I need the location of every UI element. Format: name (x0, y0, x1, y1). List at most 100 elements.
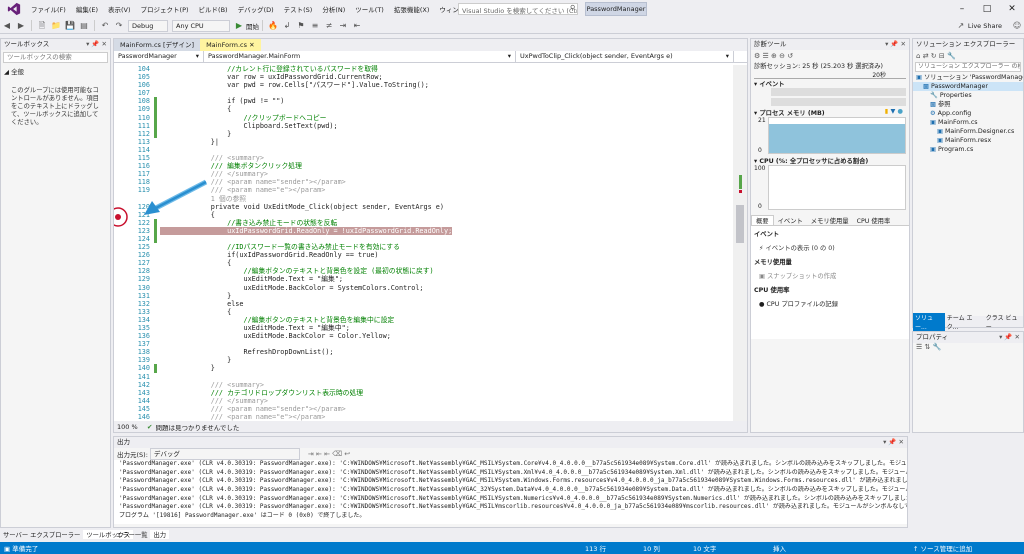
code-line[interactable]: 109 { (114, 105, 734, 114)
menu-item[interactable]: ファイル(F) (26, 4, 71, 14)
code-line[interactable]: 145 /// <param name="sender"></param> (114, 405, 734, 413)
code-line[interactable]: 126 if(uxIdPasswordGrid.ReadOnly == true… (114, 251, 734, 259)
solution-tree-item[interactable]: ▣ Program.cs (913, 145, 1023, 154)
code-line[interactable]: 111 Clipboard.SetText(pwd); (114, 121, 734, 130)
code-line[interactable]: 105 var row = uxIdPasswordGrid.CurrentRo… (114, 73, 734, 81)
menu-item[interactable]: 表示(V) (103, 4, 136, 14)
code-line[interactable]: 131 } (114, 292, 734, 300)
tab-class-view[interactable]: クラス ビュー (984, 313, 1023, 331)
code-line[interactable]: 110 //クリップボードへコピー (114, 113, 734, 122)
code-line[interactable]: 139 } (114, 356, 734, 364)
tab-team-explorer[interactable]: チーム エク... (945, 313, 984, 331)
code-line[interactable]: 115 /// <summary> (114, 154, 734, 162)
solution-tree-item[interactable]: ▩ PasswordManager (913, 82, 1023, 91)
add-to-source-control[interactable]: ↑ ソース管理に追加 (913, 543, 972, 553)
code-line[interactable]: 119 /// <param name="e"></param> (114, 186, 734, 194)
code-line[interactable]: 113 }| (114, 138, 734, 146)
comment-icon[interactable]: ≡ (309, 20, 321, 32)
menu-item[interactable]: デバッグ(D) (233, 4, 279, 14)
bookmark-icon[interactable]: ⚑ (295, 20, 307, 32)
search-icon[interactable]: ⚲ (570, 4, 575, 12)
step-icon[interactable]: ↲ (281, 20, 293, 32)
categorized-icon[interactable]: ☰ (916, 343, 922, 351)
redo-icon[interactable]: ↷ (113, 20, 125, 32)
code-line[interactable]: 146 /// <param name="e"></param> (114, 413, 734, 421)
tab-memory-usage[interactable]: メモリ使用量 (807, 216, 853, 225)
tab-events[interactable]: イベント (774, 216, 807, 225)
save-all-icon[interactable]: ▤ (78, 20, 90, 32)
code-line[interactable]: 136 uxEditMode.BackColor = Color.Yellow; (114, 332, 734, 340)
pin-icon[interactable]: ▾ 📌 ✕ (999, 332, 1023, 343)
new-file-icon[interactable]: 🗎 (36, 20, 48, 32)
uncomment-icon[interactable]: ≠ (323, 20, 335, 32)
code-line[interactable]: 129 uxEditMode.Text = "編集"; (114, 275, 734, 283)
undo-icon[interactable]: ↶ (99, 20, 111, 32)
tab-solution-explorer[interactable]: ソリュー... (913, 312, 945, 331)
maximize-icon[interactable]: □ (975, 0, 999, 18)
code-line[interactable]: 121 { (114, 211, 734, 219)
menu-item[interactable]: テスト(S) (279, 4, 318, 14)
select-tools-icon[interactable]: ☰ (763, 52, 769, 60)
solution-tree-item[interactable]: 🔧 Properties (913, 91, 1023, 100)
start-button[interactable]: 開始 (246, 21, 259, 31)
zoom-out-icon[interactable]: ⊖ (779, 52, 785, 60)
class-nav-select[interactable]: PasswordManager.MainForm ▾ (204, 51, 516, 62)
code-line[interactable]: 124 (114, 234, 734, 244)
solution-tree-item[interactable]: ▣ MainForm.cs (913, 118, 1023, 127)
home-icon[interactable]: ⌂ (916, 52, 920, 60)
code-line[interactable]: 141 (114, 373, 734, 381)
code-line[interactable]: 142 /// <summary> (114, 381, 734, 389)
code-line[interactable]: 114 (114, 146, 734, 154)
vertical-scrollbar[interactable] (733, 65, 747, 421)
zoom-in-icon[interactable]: ⊕ (771, 52, 777, 60)
sync-icon[interactable]: ⇄ (923, 52, 929, 60)
code-line[interactable]: 140 } (114, 364, 734, 373)
code-line[interactable]: 134 //編集ボタンのテキストと背景色を編集中に設定 (114, 316, 734, 324)
code-line[interactable]: 138 RefreshDropDownList(); (114, 348, 734, 356)
settings-icon[interactable]: ⚙ (754, 52, 760, 60)
output-text[interactable]: 'PasswordManager.exe' (CLR v4.0.30319: P… (114, 460, 907, 524)
tab-mainform-design[interactable]: MainForm.cs [デザイン] (114, 39, 201, 51)
code-line[interactable]: 104 //カレント行に登録されているパスワードを取得 (114, 65, 734, 73)
tab-summary[interactable]: 概要 (751, 215, 774, 225)
outdent-icon[interactable]: ⇤ (351, 20, 363, 32)
code-line[interactable]: 117 /// </summary> (114, 170, 734, 178)
events-section[interactable]: ▾ イベント (751, 79, 909, 88)
code-line[interactable]: 116 /// 編集ボタンクリック処理 (114, 162, 734, 170)
pin-icon[interactable]: ▾ 📌 ✕ (86, 39, 110, 50)
code-line[interactable]: 143 /// カテゴリドロップダウンリスト表示時の処理 (114, 389, 734, 397)
project-nav-select[interactable]: PasswordManager ▾ (114, 51, 204, 62)
code-line[interactable]: 144 /// </summary> (114, 397, 734, 405)
toolbox-search-input[interactable]: ツールボックスの検索 (3, 52, 108, 63)
indent-icon[interactable]: ⇥ (337, 20, 349, 32)
close-tab-icon[interactable]: ✕ (249, 41, 254, 49)
open-icon[interactable]: 📁 (50, 20, 62, 32)
properties-wrench-icon[interactable]: 🔧 (933, 343, 942, 351)
memory-section[interactable]: ▾ プロセス メモリ (MB) ▮ ▼ ● (751, 108, 909, 117)
record-cpu-item[interactable]: ● CPU プロファイルの記録 (751, 297, 909, 310)
start-icon[interactable]: ▶ (233, 20, 245, 32)
take-snapshot-item[interactable]: ▣ スナップショットの作成 (751, 269, 909, 282)
code-line[interactable]: 133 { (114, 308, 734, 316)
minimize-icon[interactable]: – (950, 0, 974, 18)
code-line[interactable]: 125 //IDパスワード一覧の書き込み禁止モードを有効にする (114, 243, 734, 251)
code-line[interactable]: 132 else (114, 300, 734, 308)
menu-item[interactable]: プロジェクト(P) (136, 4, 194, 14)
member-nav-select[interactable]: UxPwdToClip_Click(object sender, EventAr… (516, 51, 734, 62)
tab-server-explorer[interactable]: サーバー エクスプローラー (0, 530, 83, 539)
tab-output[interactable]: 出力 (150, 530, 170, 539)
tab-mainform-cs[interactable]: MainForm.cs ✕ (200, 39, 261, 51)
output-source-select[interactable]: デバッグ (149, 448, 300, 460)
feedback-icon[interactable]: ☺ (1011, 20, 1023, 32)
menu-item[interactable]: 分析(N) (317, 4, 350, 14)
menu-item[interactable]: ビルド(B) (194, 4, 233, 14)
solution-tree-item[interactable]: ▣ ソリューション 'PasswordManager' ( (913, 73, 1023, 82)
output-toolbar-icons[interactable]: ⇥ ⇤ ⇤ ⌫ ↩ (308, 450, 350, 458)
toolbox-group[interactable]: ◢ 全般 (1, 65, 110, 77)
save-icon[interactable]: 💾 (64, 20, 76, 32)
code-line[interactable]: 120 private void UxEditMode_Click(object… (114, 203, 734, 211)
live-share-button[interactable]: Live Share (968, 22, 1002, 30)
code-line[interactable]: 135 uxEditMode.Text = "編集中"; (114, 324, 734, 332)
collapse-all-icon[interactable]: ⊟ (939, 52, 945, 60)
solution-search-input[interactable]: ソリューション エクスプローラー の検索 ( (915, 62, 1021, 72)
